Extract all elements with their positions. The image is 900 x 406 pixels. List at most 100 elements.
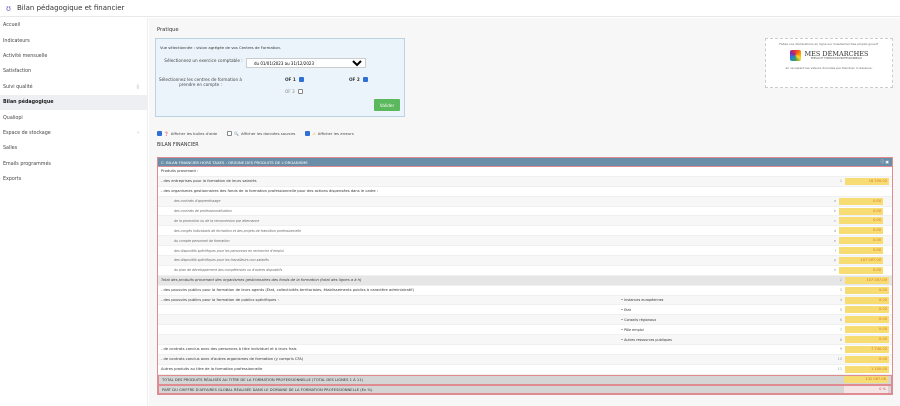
row-value[interactable]: 0.00 bbox=[845, 326, 889, 334]
row-label: des dispositifs spécifiques pour les per… bbox=[174, 248, 284, 253]
display-options: ❓ Afficher les bulles d'aide 🔍 Afficher le… bbox=[157, 131, 354, 136]
of2-checkbox[interactable]: OF 2 bbox=[349, 77, 368, 82]
row-number: 7 bbox=[839, 327, 842, 332]
row-number: e bbox=[833, 238, 836, 243]
mes-demarches-logo: MES DÉMARCHES EMPLOI ET FORMATION PROFESS… bbox=[766, 50, 892, 61]
sidebar-item[interactable]: Satisfaction bbox=[0, 64, 147, 79]
exercice-select[interactable]: du 01/01/2023 au 31/12/2023 bbox=[246, 58, 366, 68]
sidebar-item[interactable]: Activité mensuelle bbox=[0, 49, 147, 64]
table-row: - des pouvoirs publics pour la formation… bbox=[158, 295, 892, 306]
row-number: d bbox=[833, 228, 836, 233]
row-number: g bbox=[833, 258, 836, 263]
sidebar-item[interactable]: Emails programmés bbox=[0, 157, 147, 172]
sidebar-item[interactable]: Exports bbox=[0, 172, 147, 187]
table-row: • Autres ressources publiques 8 0.00 bbox=[158, 335, 892, 346]
row-value[interactable]: 0.00 bbox=[845, 286, 889, 294]
sidebar-item[interactable]: Accueil bbox=[0, 18, 147, 33]
row-label: PART DU CHIFFRE D'AFFAIRES GLOBAL RÉALIS… bbox=[162, 387, 373, 392]
of1-checkbox[interactable]: OF 1 bbox=[285, 77, 304, 82]
table-row: du compte personnel de formation e 0.00 bbox=[158, 236, 892, 247]
table-row: TOTAL DES PRODUITS RÉALISÉS AU TITRE DE … bbox=[158, 374, 892, 385]
row-label: du compte personnel de formation bbox=[174, 238, 230, 243]
info-icon[interactable]: ⓘ bbox=[880, 159, 884, 164]
row-label: des dispositifs spécifiques pour les tra… bbox=[174, 258, 269, 263]
row-value[interactable]: 0.00 bbox=[845, 316, 889, 324]
row-value[interactable]: 0.00 bbox=[845, 296, 889, 304]
promo-top-link[interactable]: Faites vos déclarations en ligne sur mes… bbox=[766, 42, 892, 46]
row-number: 8 bbox=[839, 337, 842, 342]
top-bar: ʊ Bilan pédagogique et financier bbox=[0, 0, 900, 17]
row-number: 5 bbox=[839, 307, 842, 312]
row-label: de la promotion ou de la reconversion pa… bbox=[174, 218, 260, 223]
of3-checkbox[interactable]: OF 3 bbox=[285, 89, 303, 94]
row-value[interactable]: 0.00 bbox=[839, 197, 883, 205]
row-label: des contrats d'apprentissage bbox=[174, 199, 221, 204]
row-value[interactable]: 0.00 bbox=[845, 355, 889, 363]
section-title: BILAN FINANCIER bbox=[157, 143, 199, 148]
row-number: 2 bbox=[839, 278, 842, 283]
row-number: 10 bbox=[837, 357, 842, 362]
table-row: • Etat 5 0.00 bbox=[158, 305, 892, 316]
sidebar-item[interactable]: Indicateurs bbox=[0, 33, 147, 48]
sidebar-item[interactable]: Suivi qualité ◊ bbox=[0, 80, 147, 95]
row-sublabel: • Etat bbox=[621, 307, 631, 312]
row-number: h bbox=[833, 268, 836, 273]
row-value[interactable]: 0.00 bbox=[839, 227, 883, 235]
row-value[interactable]: 0.00 bbox=[839, 237, 883, 245]
row-sublabel: • Conseils régionaux bbox=[621, 317, 657, 322]
row-number: 9 bbox=[839, 347, 842, 352]
row-value[interactable]: 0.00 bbox=[839, 266, 883, 274]
sources-toggle[interactable]: 🔍 Afficher les données sources bbox=[227, 131, 295, 136]
row-sublabel: • Pôle emploi bbox=[621, 327, 644, 332]
validate-button[interactable]: Valider bbox=[374, 99, 400, 111]
row-number: 1 bbox=[839, 179, 842, 184]
mes-demarches-promo: Faites vos déclarations en ligne sur mes… bbox=[765, 38, 893, 88]
row-label: du plan de développement des compétences… bbox=[174, 268, 283, 273]
row-value[interactable]: 0.00 bbox=[839, 207, 883, 215]
row-label: TOTAL DES PRODUITS RÉALISÉS AU TITRE DE … bbox=[162, 377, 363, 382]
sidebar-item[interactable]: Qualiopi bbox=[0, 110, 147, 125]
row-value[interactable]: 107 087.08 bbox=[845, 276, 889, 284]
row-value[interactable]: 0.00 bbox=[845, 306, 889, 314]
sidebar-item[interactable]: Espace de stockage › bbox=[0, 126, 147, 141]
page-title: Bilan pédagogique et financier bbox=[16, 4, 125, 12]
row-value[interactable]: 0.00 bbox=[845, 336, 889, 344]
table-row: - des entreprises pour la formation de l… bbox=[158, 176, 892, 187]
row-value[interactable]: 0.00 bbox=[839, 217, 883, 225]
row-value[interactable]: 0 % bbox=[844, 386, 888, 394]
errors-toggle[interactable]: ⚠ Afficher les erreurs bbox=[305, 131, 354, 136]
table-row: des contrats d'apprentissage a 0.00 bbox=[158, 196, 892, 207]
table-row: du plan de développement des compétences… bbox=[158, 266, 892, 276]
pratique-title: Pratique bbox=[157, 27, 179, 33]
row-label: des contrats de professionnalisation bbox=[174, 209, 232, 213]
row-sublabel: • Instances européennes bbox=[621, 298, 664, 303]
row-label: Produits provenant : bbox=[161, 169, 199, 174]
row-number: a bbox=[833, 199, 836, 204]
row-number: b bbox=[833, 209, 836, 213]
row-label: - de contrats conclus avec des personnes… bbox=[161, 347, 297, 352]
row-value[interactable]: 0.00 bbox=[839, 247, 883, 255]
exercice-label: Sélectionnez un exercice comptable : bbox=[164, 58, 243, 63]
table-row: des dispositifs spécifiques pour les tra… bbox=[158, 256, 892, 266]
centres-label: Sélectionnez les centres de formation à … bbox=[158, 77, 243, 87]
help-toggle[interactable]: ❓ Afficher les bulles d'aide bbox=[157, 131, 217, 136]
row-value[interactable]: 16 200.00 bbox=[845, 177, 889, 185]
row-number: f bbox=[834, 248, 836, 253]
table-row: Total des produits provenant des organis… bbox=[158, 275, 892, 286]
row-value[interactable]: 1 100.00 bbox=[845, 365, 889, 373]
row-sublabel: • Autres ressources publiques bbox=[621, 337, 672, 342]
row-label: - de contrats conclus avec d'autres orga… bbox=[161, 357, 304, 362]
copy-icon[interactable]: ▣ bbox=[885, 159, 889, 164]
sidebar-item[interactable]: Bilan pédagogique bbox=[0, 94, 147, 111]
sidebar-item[interactable]: Salles bbox=[0, 141, 147, 156]
table-row: PART DU CHIFFRE D'AFFAIRES GLOBAL RÉALIS… bbox=[158, 384, 892, 395]
row-number: 3 bbox=[839, 288, 842, 293]
row-value[interactable]: 107 087.08 bbox=[839, 256, 883, 264]
row-value[interactable]: 7 740.00 bbox=[845, 345, 889, 353]
table-row: de la promotion ou de la reconversion pa… bbox=[158, 216, 892, 227]
table-row: - des organismes gestionnaires des fonds… bbox=[158, 187, 892, 197]
search-icon: 🔍 bbox=[234, 131, 239, 136]
row-value[interactable]: 132 087.08 bbox=[844, 376, 888, 384]
table-row: - des pouvoirs publics pour la formation… bbox=[158, 286, 892, 296]
main-content: Pratique Vue sélectionnée : vision agrég… bbox=[149, 18, 900, 406]
